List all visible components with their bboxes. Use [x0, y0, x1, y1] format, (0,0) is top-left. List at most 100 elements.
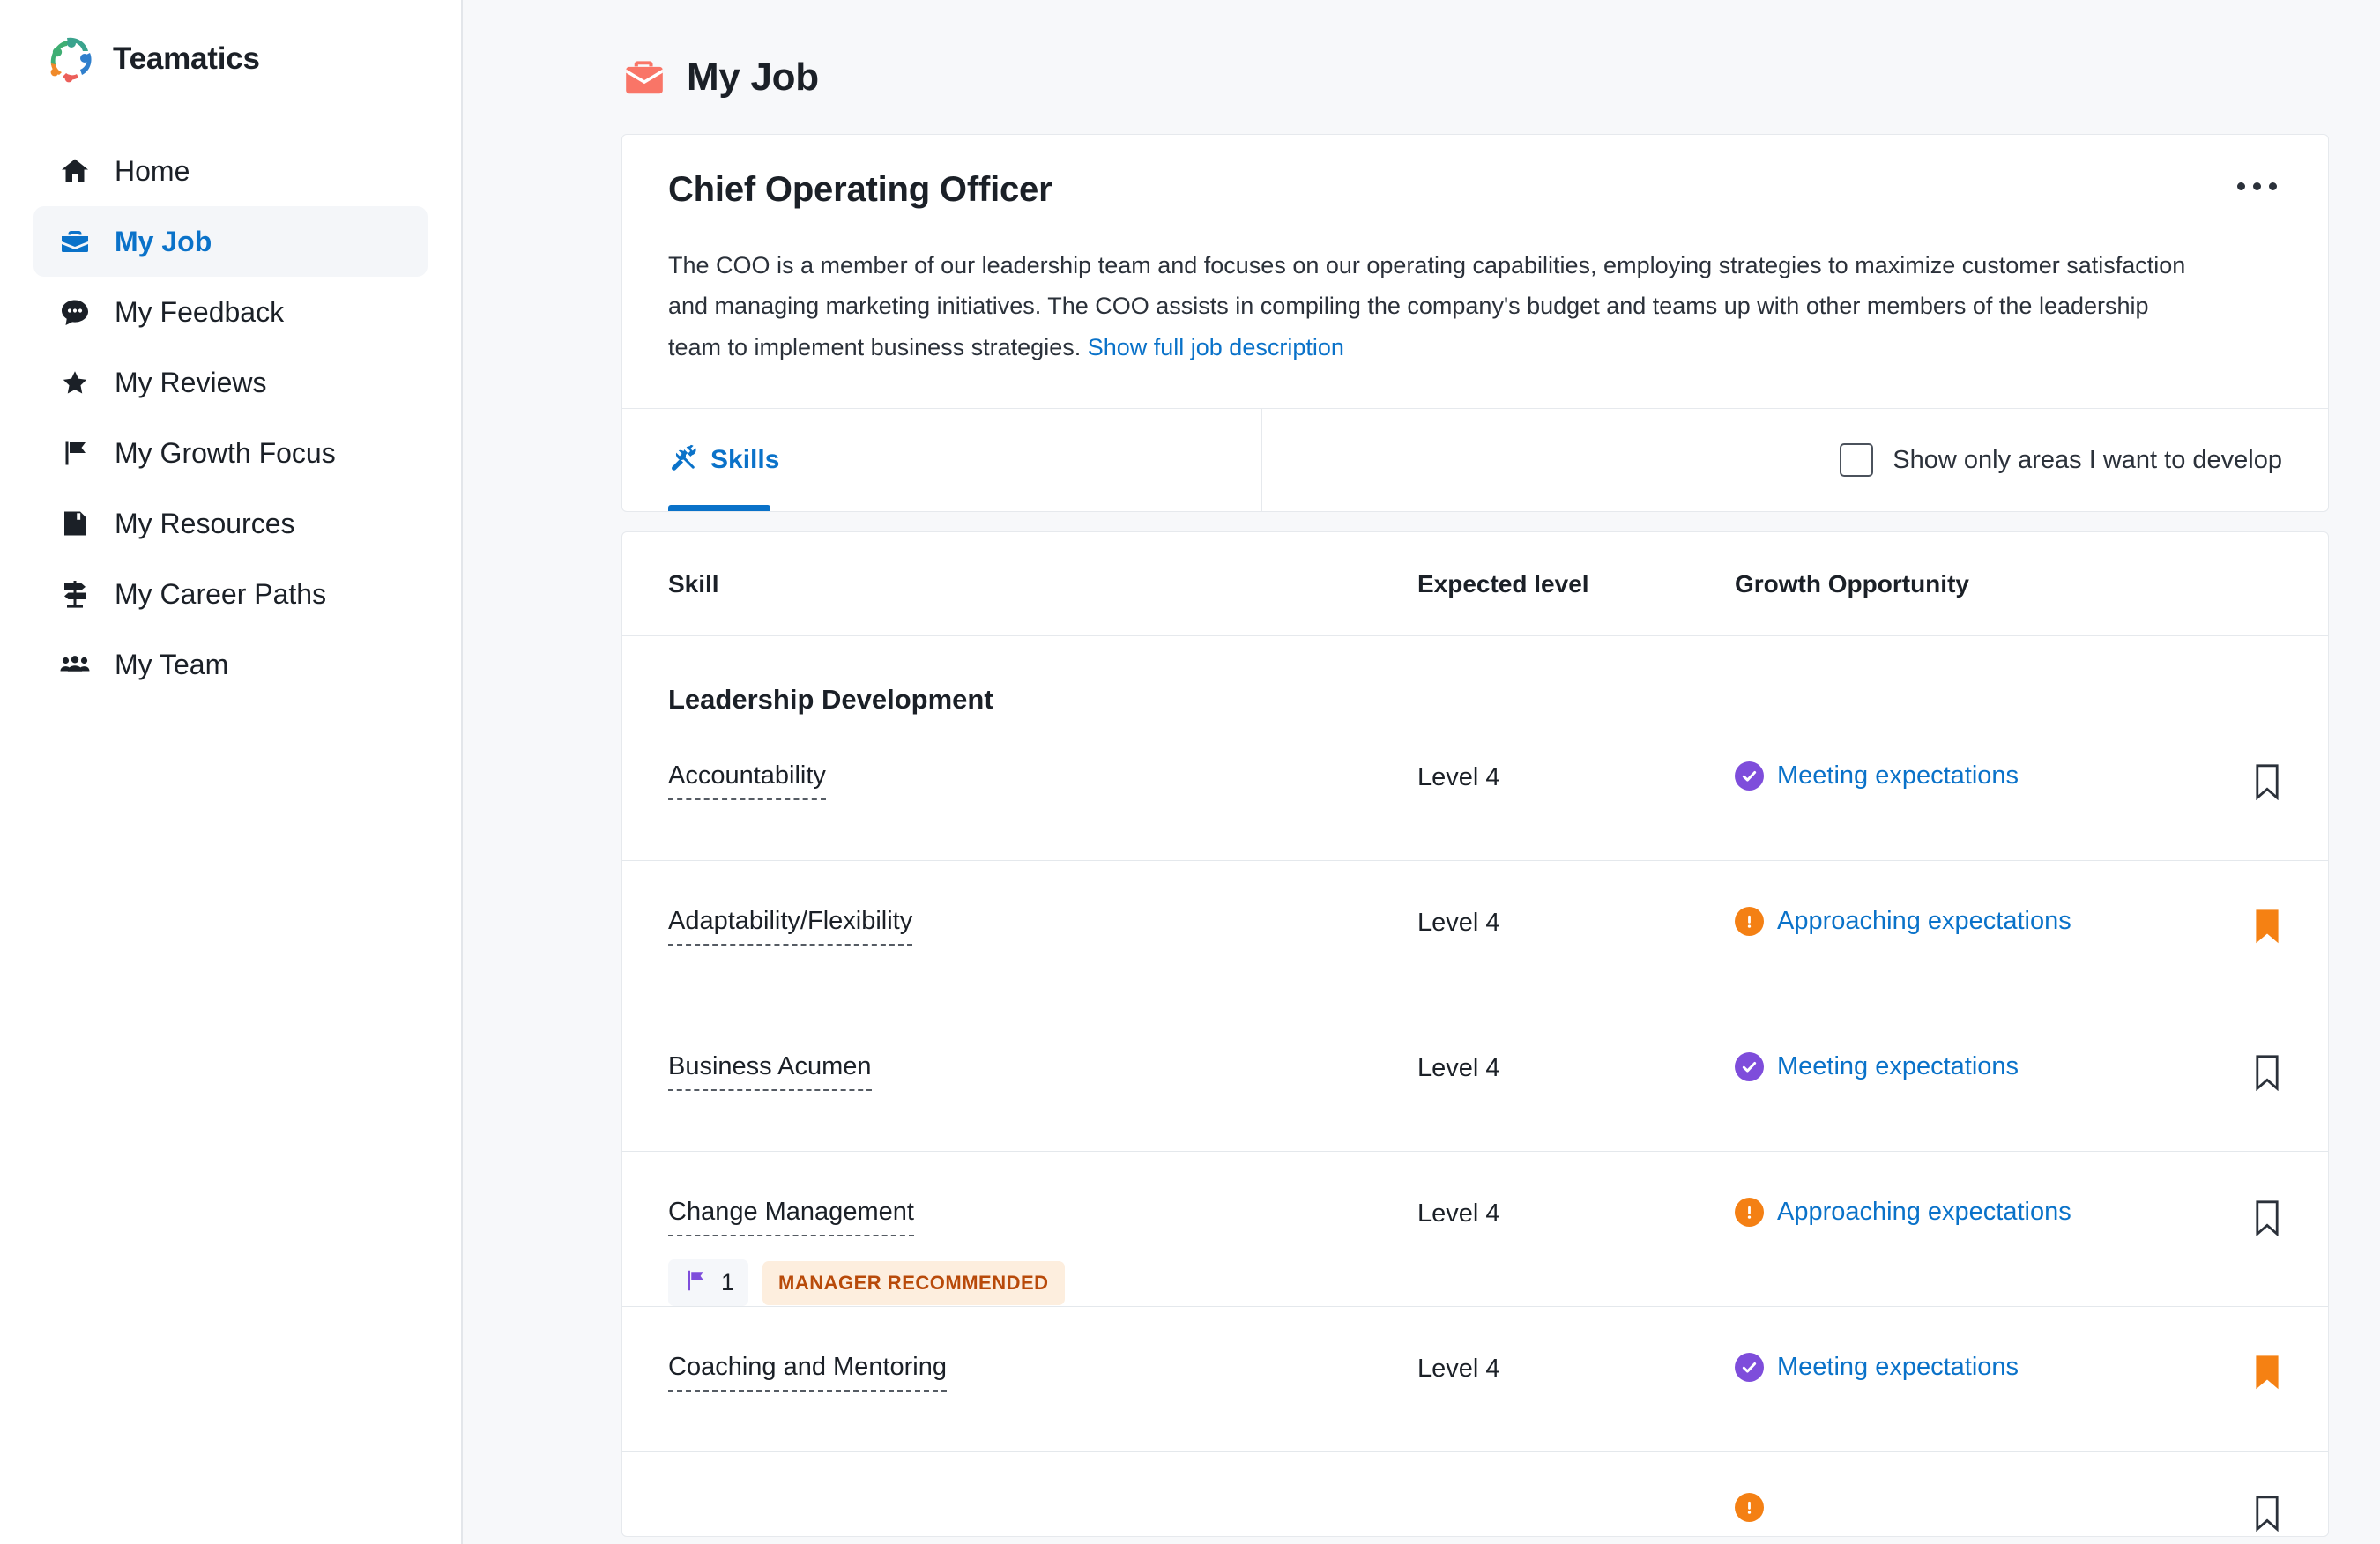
skill-expected-level: [1417, 1493, 1735, 1495]
tab-label: Skills: [710, 445, 779, 475]
job-description-text: The COO is a member of our leadership te…: [668, 252, 2185, 360]
skill-expected-level: Level 4: [1417, 1353, 1735, 1384]
show-full-job-description-link[interactable]: Show full job description: [1088, 334, 1344, 360]
skills-table-card: Skill Expected level Growth Opportunity …: [621, 531, 2329, 1537]
flag-count-chip[interactable]: 1: [668, 1259, 748, 1306]
status-badge: Meeting expectations: [1777, 1353, 2019, 1382]
chat-bubble-icon: [58, 295, 92, 329]
sidebar-item-my-resources[interactable]: My Resources: [33, 488, 428, 559]
sidebar-item-my-feedback[interactable]: My Feedback: [33, 277, 428, 347]
growth-opportunity-status[interactable]: [1735, 1493, 2203, 1522]
column-header-growth-opportunity: Growth Opportunity: [1735, 570, 2203, 598]
sidebar-item-my-growth-focus[interactable]: My Growth Focus: [33, 418, 428, 488]
column-header-skill: Skill: [668, 570, 1417, 598]
skill-name-link[interactable]: Adaptability/Flexibility: [668, 907, 912, 946]
skill-chips: 1 MANAGER RECOMMENDED: [668, 1259, 1417, 1306]
growth-opportunity-status[interactable]: Meeting expectations: [1735, 1052, 2203, 1081]
growth-opportunity-status[interactable]: Meeting expectations: [1735, 761, 2203, 791]
sidebar-item-label: My Growth Focus: [115, 437, 336, 470]
bookmark-icon[interactable]: [2252, 1493, 2282, 1536]
table-row: [622, 1452, 2328, 1536]
skill-group-title: Leadership Development: [622, 636, 2328, 716]
table-header-row: Skill Expected level Growth Opportunity: [622, 532, 2328, 636]
sidebar-item-my-job[interactable]: My Job: [33, 206, 428, 277]
sidebar-item-my-career-paths[interactable]: My Career Paths: [33, 559, 428, 629]
bookmark-icon[interactable]: [2252, 1198, 2282, 1241]
build-tools-icon: [668, 443, 698, 478]
tab-active-indicator: [668, 505, 770, 511]
flag-icon: [682, 1267, 709, 1298]
skill-expected-level: Level 4: [1417, 1198, 1735, 1229]
job-title: Chief Operating Officer: [668, 170, 1052, 210]
table-row: Adaptability/Flexibility Level 4 Approac…: [622, 861, 2328, 1006]
checkbox-box-icon[interactable]: [1840, 443, 1873, 477]
exclamation-circle-icon: [1735, 907, 1764, 936]
brand-name: Teamatics: [113, 41, 260, 77]
signpost-icon: [58, 577, 92, 611]
app-root: Teamatics Home My Job: [0, 0, 2380, 1544]
status-badge: Meeting expectations: [1777, 1052, 2019, 1081]
star-icon: [58, 366, 92, 399]
status-badge: Meeting expectations: [1777, 761, 2019, 791]
page-header: My Job: [621, 35, 2329, 120]
growth-opportunity-status[interactable]: Meeting expectations: [1735, 1353, 2203, 1382]
skill-expected-level: Level 4: [1417, 907, 1735, 938]
sidebar-item-label: My Feedback: [115, 296, 284, 329]
skill-name-link[interactable]: Change Management: [668, 1198, 914, 1236]
flag-count-value: 1: [721, 1269, 734, 1296]
kebab-menu-icon[interactable]: [2232, 170, 2282, 203]
exclamation-circle-icon: [1735, 1198, 1764, 1227]
bookmark-icon[interactable]: [2252, 761, 2282, 805]
sidebar: Teamatics Home My Job: [0, 0, 463, 1544]
skill-expected-level: Level 4: [1417, 1052, 1735, 1083]
tab-bar: Skills Show only areas I want to develop: [622, 409, 2328, 511]
sidebar-item-label: My Reviews: [115, 367, 266, 399]
skill-expected-level: Level 4: [1417, 761, 1735, 792]
briefcase-icon: [621, 55, 667, 100]
teamatics-people-logo-icon: [42, 32, 100, 86]
sidebar-item-label: My Resources: [115, 508, 295, 540]
sidebar-item-my-team[interactable]: My Team: [33, 629, 428, 700]
status-badge: Approaching expectations: [1777, 1198, 2071, 1227]
job-card: Chief Operating Officer The COO is a mem…: [621, 134, 2329, 512]
check-circle-icon: [1735, 1353, 1764, 1382]
brand[interactable]: Teamatics: [0, 23, 461, 86]
sidebar-item-label: My Career Paths: [115, 578, 326, 611]
people-group-icon: [58, 648, 92, 681]
sidebar-item-label: My Job: [115, 226, 212, 258]
sidebar-nav: Home My Job: [0, 136, 461, 700]
flag-icon: [58, 436, 92, 470]
bookmark-icon[interactable]: [2252, 907, 2282, 950]
check-circle-icon: [1735, 1052, 1764, 1081]
bookmark-icon[interactable]: [2252, 1052, 2282, 1095]
main-content: My Job Chief Operating Officer The COO i…: [463, 0, 2380, 1544]
tab-skills[interactable]: Skills: [622, 409, 1262, 511]
job-description: The COO is a member of our leadership te…: [668, 245, 2193, 367]
skill-name-link[interactable]: Coaching and Mentoring: [668, 1353, 947, 1392]
table-row: Business Acumen Level 4 Meeting expectat…: [622, 1006, 2328, 1152]
job-summary: Chief Operating Officer The COO is a mem…: [622, 135, 2328, 409]
table-row: Coaching and Mentoring Level 4 Meeting e…: [622, 1307, 2328, 1452]
check-circle-icon: [1735, 761, 1764, 791]
home-icon: [58, 154, 92, 188]
sidebar-item-home[interactable]: Home: [33, 136, 428, 206]
skill-name-link[interactable]: Accountability: [668, 761, 826, 800]
save-disk-icon: [58, 507, 92, 540]
show-only-develop-label: Show only areas I want to develop: [1893, 446, 2282, 475]
exclamation-circle-icon: [1735, 1493, 1764, 1522]
sidebar-item-label: My Team: [115, 649, 228, 681]
column-header-expected-level: Expected level: [1417, 570, 1735, 598]
growth-opportunity-status[interactable]: Approaching expectations: [1735, 907, 2203, 936]
table-row: Change Management 1 MANAGER RECOMMENDED: [622, 1152, 2328, 1307]
sidebar-item-label: Home: [115, 155, 190, 188]
skill-name-link[interactable]: Business Acumen: [668, 1052, 872, 1091]
tab-bar-actions: Show only areas I want to develop: [1262, 409, 2328, 511]
briefcase-icon: [58, 225, 92, 258]
manager-recommended-tag: MANAGER RECOMMENDED: [762, 1261, 1065, 1305]
growth-opportunity-status[interactable]: Approaching expectations: [1735, 1198, 2203, 1227]
sidebar-item-my-reviews[interactable]: My Reviews: [33, 347, 428, 418]
table-row: Accountability Level 4 Meeting expectati…: [622, 716, 2328, 861]
bookmark-icon[interactable]: [2252, 1353, 2282, 1396]
page-title: My Job: [687, 56, 819, 100]
show-only-develop-checkbox[interactable]: Show only areas I want to develop: [1840, 443, 2282, 477]
